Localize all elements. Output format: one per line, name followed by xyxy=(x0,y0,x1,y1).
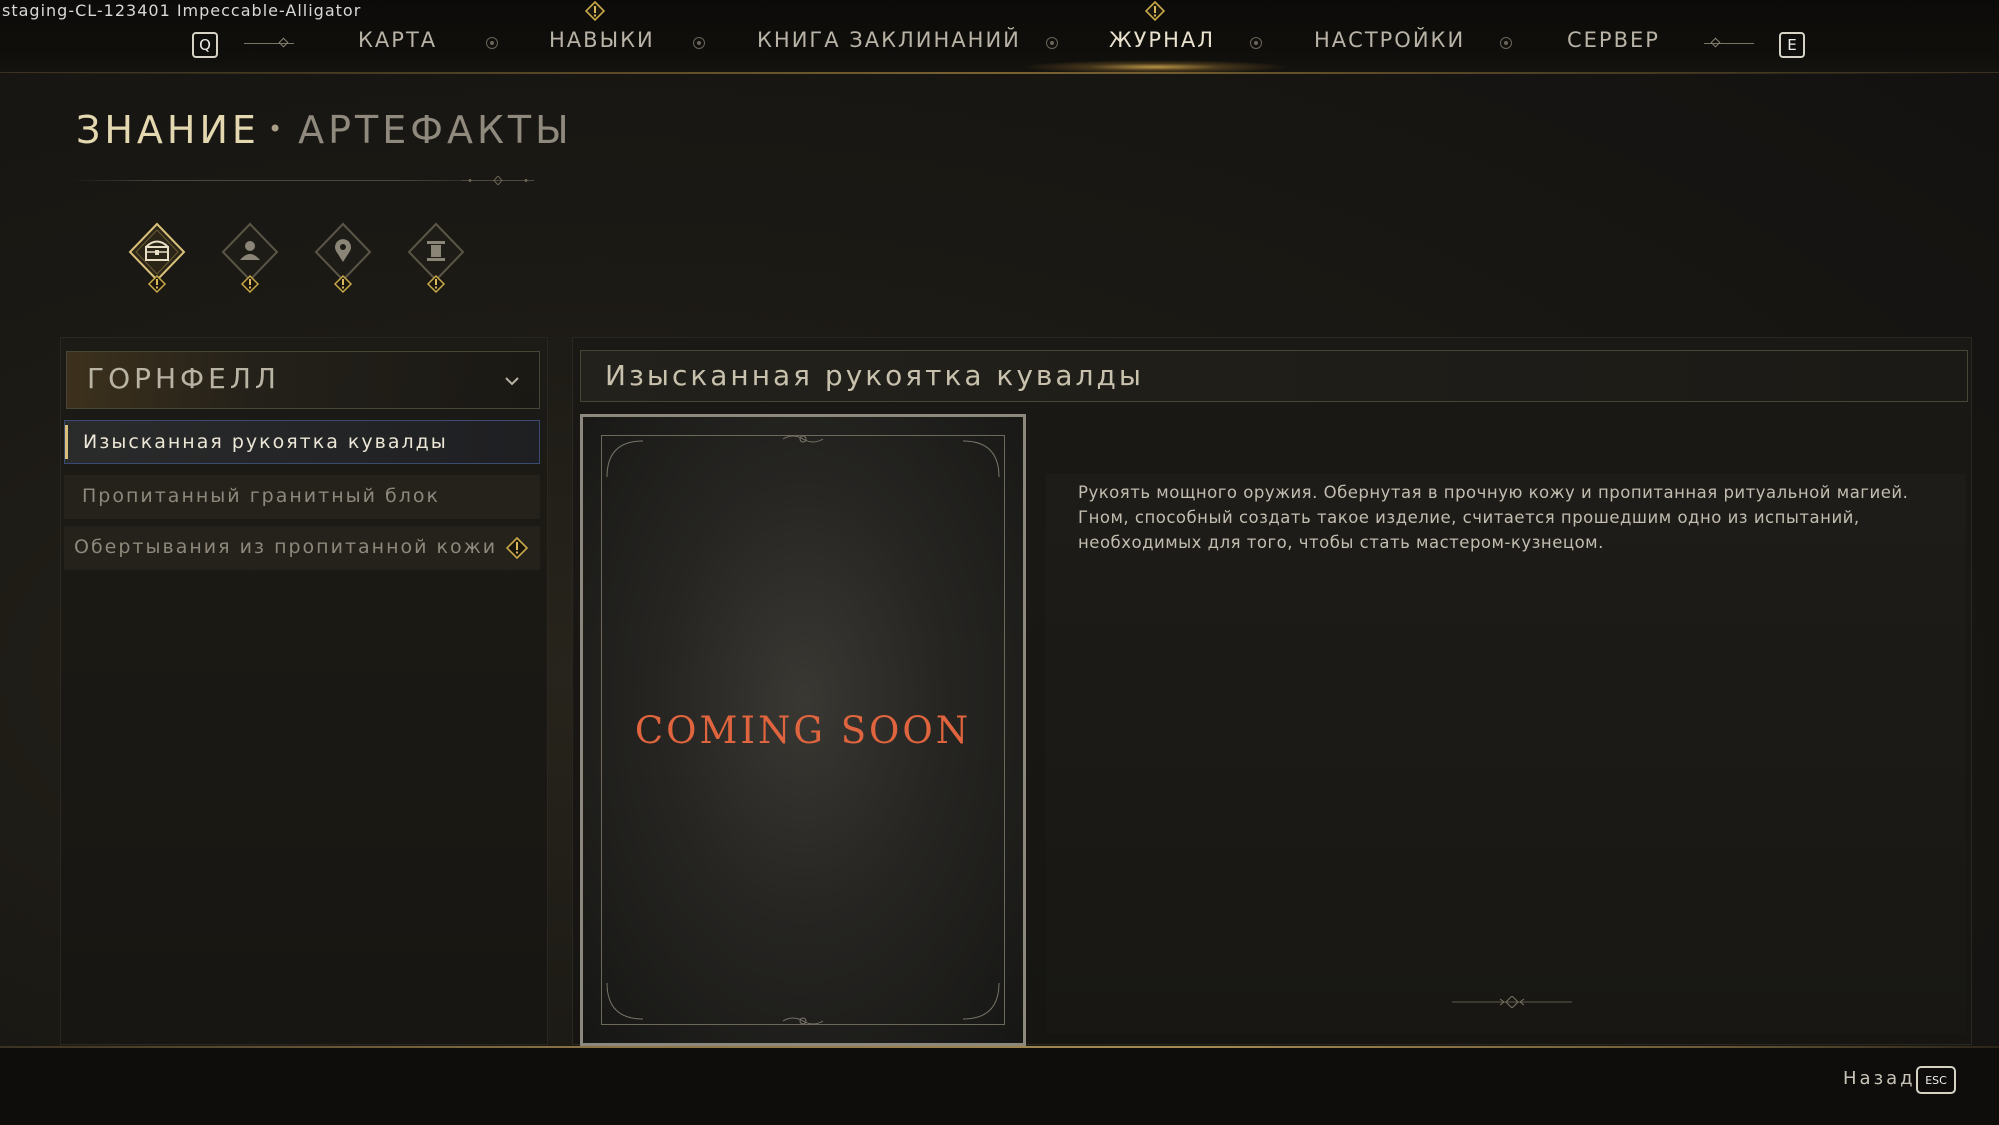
list-item-label: Изысканная рукоятка кувалды xyxy=(83,431,448,453)
build-label: staging-CL-123401 Impeccable-Alligator xyxy=(2,1,362,20)
journal-alert-icon xyxy=(1145,1,1165,21)
tab-settings[interactable]: НАСТРОЙКИ xyxy=(1314,28,1465,52)
list-item-label: Пропитанный гранитный блок xyxy=(82,485,440,507)
active-tab-glow xyxy=(1020,60,1290,74)
detail-title: Изысканная рукоятка кувалды xyxy=(605,359,1144,392)
category-characters-button[interactable] xyxy=(220,222,280,294)
alert-icon xyxy=(506,537,528,559)
list-item-label: Обертывания из пропитанной кожи xyxy=(74,536,498,558)
list-item-granite-block[interactable]: Пропитанный гранитный блок xyxy=(64,475,540,519)
next-tab-key[interactable]: E xyxy=(1779,32,1805,58)
region-dropdown[interactable]: ГОРНФЕЛЛ xyxy=(66,351,540,409)
alert-icon xyxy=(240,274,260,294)
header-ornament xyxy=(462,176,534,185)
description-ornament xyxy=(1452,996,1572,1008)
nav-separator xyxy=(486,37,498,49)
tab-skills[interactable]: НАВЫКИ xyxy=(549,28,655,52)
skills-alert-icon xyxy=(585,1,605,21)
chevron-down-icon xyxy=(505,377,519,386)
alert-icon xyxy=(426,274,446,294)
page-subtitle[interactable]: АРТЕФАКТЫ xyxy=(298,108,573,152)
category-locations-button[interactable] xyxy=(313,222,373,294)
detail-title-bar: Изысканная рукоятка кувалды xyxy=(580,350,1968,402)
category-artifacts-button[interactable] xyxy=(127,222,187,294)
tab-map[interactable]: КАРТА xyxy=(358,28,437,52)
tab-journal[interactable]: ЖУРНАЛ xyxy=(1109,28,1215,52)
page-title: ЗНАНИЕ xyxy=(76,108,260,152)
alert-icon xyxy=(333,274,353,294)
footer-bar xyxy=(0,1046,1999,1125)
nav-separator xyxy=(693,37,705,49)
list-item-leather-wraps[interactable]: Обертывания из пропитанной кожи xyxy=(64,526,540,570)
breadcrumb-separator: • xyxy=(267,115,287,143)
back-button-label[interactable]: Назад xyxy=(1843,1068,1916,1089)
nav-separator xyxy=(1500,37,1512,49)
back-key-esc[interactable]: ESC xyxy=(1916,1066,1956,1094)
tab-server[interactable]: СЕРВЕР xyxy=(1567,28,1660,52)
region-dropdown-label: ГОРНФЕЛЛ xyxy=(87,362,280,395)
coming-soon-text: COMING SOON xyxy=(634,709,972,752)
alert-icon xyxy=(147,274,167,294)
description-box xyxy=(1046,474,1966,1034)
nav-left-ornament xyxy=(244,37,294,48)
category-lore-button[interactable] xyxy=(406,222,466,294)
artifact-image-card: COMING SOON xyxy=(580,414,1026,1046)
artifact-description: Рукоять мощного оружия. Обернутая в проч… xyxy=(1078,483,1909,552)
nav-right-ornament xyxy=(1704,37,1754,48)
nav-separator xyxy=(1046,37,1058,49)
breadcrumb: ЗНАНИЕ • АРТЕФАКТЫ xyxy=(76,108,573,152)
prev-tab-key[interactable]: Q xyxy=(192,32,218,58)
tab-spellbook[interactable]: КНИГА ЗАКЛИНАНИЙ xyxy=(757,28,1021,52)
nav-separator xyxy=(1250,37,1262,49)
list-item-hammer-handle[interactable]: Изысканная рукоятка кувалды xyxy=(64,420,540,464)
